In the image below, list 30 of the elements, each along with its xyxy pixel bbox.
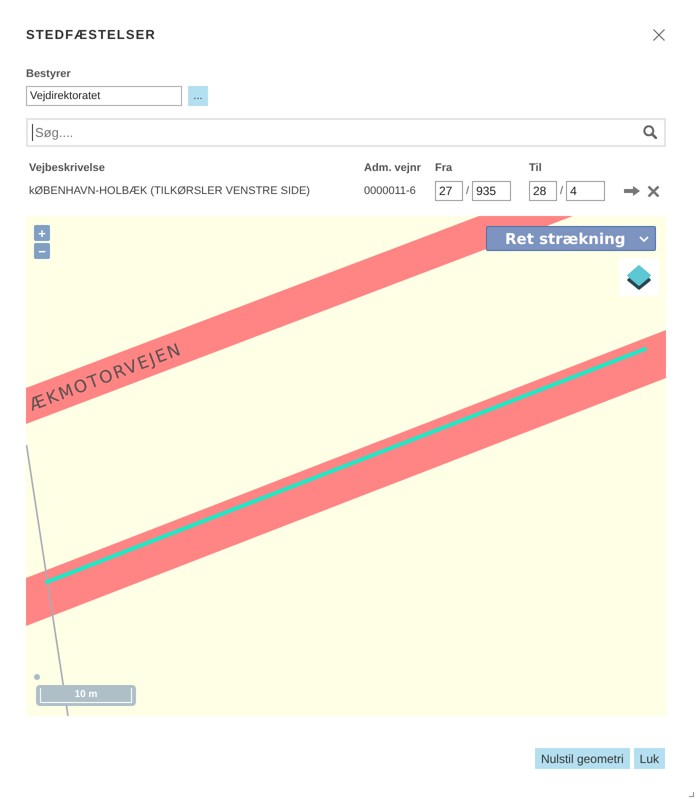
slash-separator: / [560, 184, 564, 198]
field-label: Bestyrer [26, 67, 71, 81]
search-icon[interactable] [643, 125, 657, 139]
column-header: Vejbeskrivelse [29, 162, 105, 174]
chevron-down-icon [639, 236, 649, 242]
layers-icon [626, 264, 652, 290]
number-input[interactable]: 28 [529, 181, 557, 201]
cross-icon[interactable] [647, 184, 660, 198]
dialog-title: STEDFÆSTELSER [26, 26, 156, 44]
number-input[interactable]: 935 [472, 181, 512, 201]
reset-button[interactable]: Nulstil geometri [534, 748, 630, 769]
road-description: kØBENHAVN-HOLBÆK (TILKØRSLER VENSTRE SIDE) [29, 184, 310, 197]
arrow-right-icon[interactable] [624, 186, 640, 196]
manager-input[interactable]: Vejdirektoratet [26, 86, 182, 106]
browse-button[interactable]: ... [188, 86, 208, 106]
column-header: Fra [435, 162, 452, 174]
resize-grip-icon[interactable] [689, 792, 694, 797]
map-dot-icon [34, 674, 40, 680]
road-number: 0000011-6 [364, 184, 416, 197]
number-input[interactable]: 4 [566, 181, 606, 201]
number-input[interactable]: 27 [435, 181, 463, 201]
text-cursor [32, 124, 33, 141]
close-icon[interactable] [653, 29, 665, 41]
close-button[interactable]: Luk [634, 748, 665, 769]
scale-bar: 10 m [36, 685, 136, 706]
slash-separator: / [466, 184, 470, 198]
column-header: Adm. vejnr [364, 162, 421, 174]
layer-switch-button[interactable] [619, 258, 659, 296]
search-field[interactable]: Søg.... [26, 118, 666, 147]
column-header: Til [529, 162, 542, 174]
